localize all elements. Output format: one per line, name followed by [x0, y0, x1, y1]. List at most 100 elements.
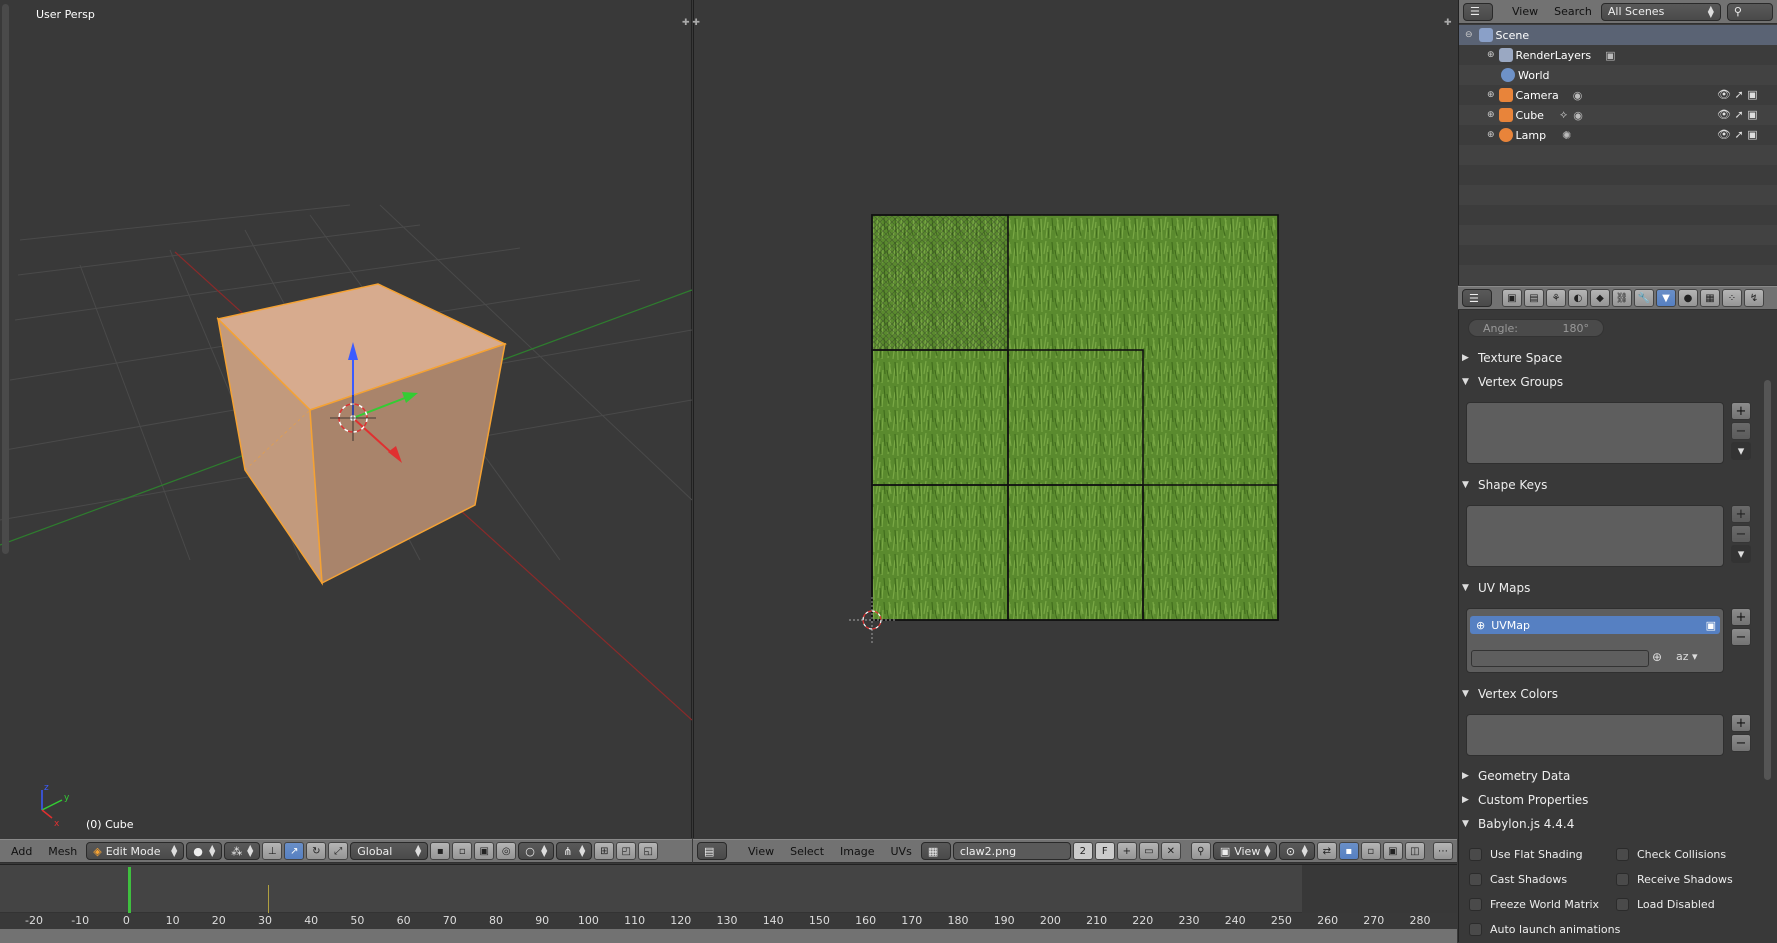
- snap-target-icon[interactable]: ⊞: [594, 842, 615, 860]
- timeline-strip[interactable]: [0, 865, 1457, 913]
- visibility-eye-icon[interactable]: 👁: [1717, 128, 1731, 141]
- vertex-colors-list[interactable]: [1466, 714, 1724, 756]
- occlude-geometry-icon[interactable]: ◎: [496, 842, 517, 860]
- check-collisions-checkbox[interactable]: Check Collisions: [1616, 848, 1726, 861]
- shading-selector[interactable]: ● ▲ ▼: [186, 842, 223, 860]
- image-menu[interactable]: Image: [833, 845, 881, 858]
- edge-select-icon[interactable]: ▫: [452, 842, 473, 860]
- checkbox-box[interactable]: [1616, 873, 1629, 886]
- renderable-camera-icon[interactable]: ▣: [1747, 108, 1757, 121]
- outliner-search-field[interactable]: ⚲: [1726, 2, 1773, 21]
- mesh-menu[interactable]: Mesh: [41, 845, 84, 858]
- expand-icon[interactable]: ⊕: [1487, 130, 1495, 140]
- uvs-menu[interactable]: UVs: [884, 845, 919, 858]
- island-select-uv-icon[interactable]: ◫: [1404, 842, 1425, 860]
- selectable-arrow-icon[interactable]: ➚: [1734, 108, 1743, 121]
- pivot-selector[interactable]: ⁂ ▲ ▼: [224, 842, 261, 860]
- add-menu[interactable]: Add: [4, 845, 39, 858]
- texture-tab-icon[interactable]: ▦: [1700, 289, 1720, 307]
- image-browse-button[interactable]: ▦: [920, 842, 951, 860]
- uv-map-item[interactable]: ⊕ UVMap ▣: [1470, 616, 1720, 634]
- users-count[interactable]: 2: [1072, 842, 1093, 860]
- outliner[interactable]: ☰ View Search All Scenes ▲ ▼ ⚲ ⊖ Scene ⊕ R…: [1458, 0, 1777, 285]
- panel-texture-space[interactable]: ▶ Texture Space: [1462, 348, 1762, 368]
- uv-filter-field[interactable]: [1471, 650, 1649, 667]
- renderable-camera-icon[interactable]: ▣: [1747, 128, 1757, 141]
- region-scrollbar[interactable]: [2, 4, 9, 554]
- properties-editor-type[interactable]: ☰: [1462, 289, 1492, 307]
- add-vertex-group-button[interactable]: +: [1731, 402, 1751, 420]
- visibility-eye-icon[interactable]: 👁: [1717, 108, 1731, 121]
- modifiers-tab-icon[interactable]: 🔧: [1634, 289, 1654, 307]
- angle-field[interactable]: Angle: 180°: [1468, 319, 1604, 337]
- active-render-camera-icon[interactable]: ▣: [1706, 619, 1716, 632]
- proportional-edit-selector[interactable]: ○ ▲ ▼: [518, 842, 555, 860]
- object-tab-icon[interactable]: ◆: [1590, 289, 1610, 307]
- orientation-selector[interactable]: Global ▲ ▼: [350, 842, 429, 860]
- add-uv-map-button[interactable]: +: [1731, 608, 1751, 626]
- vertex-groups-list[interactable]: [1466, 402, 1724, 464]
- face-select-icon[interactable]: ▣: [474, 842, 495, 860]
- load-disabled-checkbox[interactable]: Load Disabled: [1616, 898, 1715, 911]
- physics-tab-icon[interactable]: ↯: [1744, 289, 1764, 307]
- remove-shape-key-button[interactable]: −: [1731, 525, 1751, 543]
- add-vertex-color-button[interactable]: +: [1731, 714, 1751, 732]
- remove-vertex-group-button[interactable]: −: [1731, 422, 1751, 440]
- panel-uv-maps[interactable]: ▼ UV Maps: [1462, 578, 1762, 598]
- editor-type-selector[interactable]: ▤: [697, 842, 727, 860]
- render-anim-icon[interactable]: ◱: [638, 842, 659, 860]
- receive-shadows-checkbox[interactable]: Receive Shadows: [1616, 873, 1733, 886]
- checkbox-box[interactable]: [1469, 923, 1482, 936]
- render-icon[interactable]: ◰: [616, 842, 637, 860]
- scale-manipulator-icon[interactable]: ⤢: [328, 842, 349, 860]
- image-name-field[interactable]: claw2.png: [952, 842, 1071, 860]
- snap-selector[interactable]: ⋔ ▲ ▼: [556, 842, 593, 860]
- panel-vertex-colors[interactable]: ▼ Vertex Colors: [1462, 684, 1762, 704]
- scene-tab-icon[interactable]: ⚘: [1546, 289, 1566, 307]
- checkbox-box[interactable]: [1469, 848, 1482, 861]
- checkbox-box[interactable]: [1616, 898, 1629, 911]
- constraints-tab-icon[interactable]: ⛓: [1612, 289, 1632, 307]
- new-image-icon[interactable]: +: [1116, 842, 1137, 860]
- panel-geometry-data[interactable]: ▶ Geometry Data: [1462, 766, 1762, 786]
- outliner-row-world[interactable]: World: [1459, 65, 1777, 85]
- material-tab-icon[interactable]: ●: [1678, 289, 1698, 307]
- unlink-image-icon[interactable]: ✕: [1160, 842, 1181, 860]
- viewport-3d[interactable]: z y x User Persp (0) Cube: [0, 0, 692, 838]
- edge-select-uv-icon[interactable]: ▫: [1360, 842, 1381, 860]
- render-layers-tab-icon[interactable]: ▤: [1524, 289, 1544, 307]
- panel-shape-keys[interactable]: ▼ Shape Keys: [1462, 475, 1762, 495]
- outliner-search-menu[interactable]: Search: [1547, 5, 1599, 18]
- visibility-eye-icon[interactable]: 👁: [1717, 88, 1731, 101]
- checkbox-box[interactable]: [1469, 873, 1482, 886]
- properties-scrollbar[interactable]: [1764, 380, 1771, 780]
- selectable-arrow-icon[interactable]: ➚: [1734, 128, 1743, 141]
- render-tab-icon[interactable]: ▣: [1502, 289, 1522, 307]
- outliner-row-scene[interactable]: ⊖ Scene: [1459, 25, 1777, 45]
- checkbox-box[interactable]: [1616, 848, 1629, 861]
- cast-shadows-checkbox[interactable]: Cast Shadows: [1469, 873, 1567, 886]
- remove-vertex-color-button[interactable]: −: [1731, 734, 1751, 752]
- world-tab-icon[interactable]: ◐: [1568, 289, 1588, 307]
- use-flat-shading-checkbox[interactable]: Use Flat Shading: [1469, 848, 1583, 861]
- face-select-uv-icon[interactable]: ▣: [1382, 842, 1403, 860]
- timeline[interactable]: -20 -10 0 10 20 30 40 50 60 70 80 90 100 110 120 130 140…: [0, 864, 1457, 943]
- freeze-world-matrix-checkbox[interactable]: Freeze World Matrix: [1469, 898, 1599, 911]
- current-frame-line[interactable]: [128, 867, 131, 913]
- area-split-handle-right[interactable]: ✚: [1444, 18, 1452, 28]
- expand-icon[interactable]: ⊕: [1487, 90, 1495, 100]
- area-split-handle[interactable]: ✚ ✚: [682, 18, 700, 28]
- panel-babylon[interactable]: ▼ Babylon.js 4.4.4: [1462, 814, 1762, 834]
- add-shape-key-button[interactable]: +: [1731, 505, 1751, 523]
- pivot-selector-uv[interactable]: ⊙ ▲ ▼: [1278, 842, 1315, 860]
- rotate-manipulator-icon[interactable]: ↻: [306, 842, 327, 860]
- translate-manipulator-icon[interactable]: ↗: [284, 842, 305, 860]
- display-mode-selector[interactable]: All Scenes ▲ ▼: [1600, 2, 1721, 21]
- view-mode-selector[interactable]: ▣ View ▲ ▼: [1212, 842, 1277, 860]
- mode-selector[interactable]: ◈ Edit Mode ▲ ▼: [86, 842, 185, 860]
- checkbox-box[interactable]: [1469, 898, 1482, 911]
- outliner-view-menu[interactable]: View: [1505, 5, 1545, 18]
- data-tab-icon[interactable]: ▼: [1656, 289, 1676, 307]
- view-menu[interactable]: View: [741, 845, 781, 858]
- vertex-group-specials-button[interactable]: ▾: [1731, 442, 1751, 460]
